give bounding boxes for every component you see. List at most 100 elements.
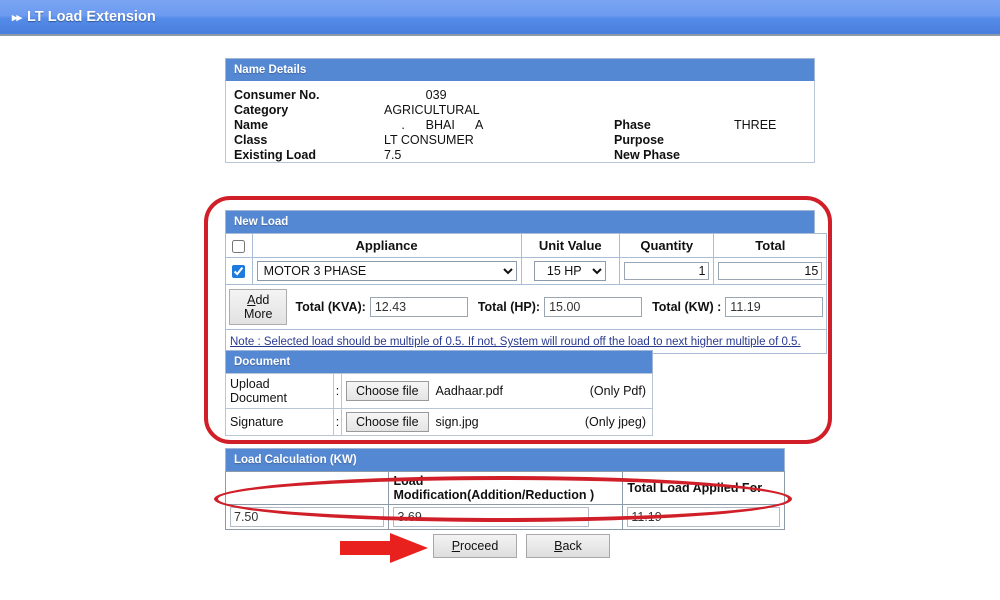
- empty-label-1: [614, 102, 734, 117]
- total-kw-input[interactable]: [725, 297, 824, 318]
- unit-value-header: Unit Value: [520, 232, 620, 259]
- double-chevron-right-icon: ▸▸: [12, 11, 22, 24]
- consumer-no-label: Consumer No.: [234, 87, 320, 102]
- total-cell: [713, 257, 828, 286]
- table-row: Class LT CONSUMER Purpose: [226, 132, 814, 147]
- name-details-table: Consumer No. 039 Category AGRICULTURAL N…: [226, 87, 814, 162]
- back-button[interactable]: Back: [526, 534, 610, 558]
- total-kw-label: Total (KW) :: [652, 300, 722, 315]
- load-calculation-body: Load Modification(Addition/Reduction ) T…: [224, 471, 785, 530]
- signature-label: Signature: [225, 408, 334, 436]
- upload-document-label: Upload Document: [225, 373, 334, 409]
- load-modification-input[interactable]: [393, 507, 590, 527]
- total-hp-label: Total (HP):: [477, 300, 541, 315]
- existing-load-column-header: [224, 471, 390, 505]
- existing-load-label: Existing Load: [234, 147, 316, 162]
- name-value: . BHAI A: [384, 117, 484, 132]
- existing-load-value: 7.5: [384, 147, 402, 162]
- table-row: Consumer No. 039: [226, 87, 814, 102]
- total-input[interactable]: [718, 262, 823, 281]
- total-load-applied-cell: [622, 504, 785, 530]
- total-load-applied-input[interactable]: [627, 507, 780, 527]
- choose-file-button-document[interactable]: Choose file: [346, 381, 429, 401]
- appliance-select[interactable]: MOTOR 3 PHASE: [256, 261, 517, 282]
- total-hp-input[interactable]: [544, 297, 643, 318]
- name-details-body: Consumer No. 039 Category AGRICULTURAL N…: [225, 81, 815, 163]
- table-row: Signature : Choose file sign.jpg (Only j…: [225, 408, 653, 436]
- table-row: Upload Document : Choose file Aadhaar.pd…: [225, 373, 653, 409]
- table-row: MOTOR 3 PHASE 15 HP: [225, 257, 828, 286]
- empty-value-1: [734, 102, 814, 117]
- total-kva-label: Total (KVA):: [295, 300, 366, 315]
- signature-cell: Choose file sign.jpg (Only jpeg): [341, 408, 653, 436]
- totals-cell: Add More Total (KVA): Total (HP): Total …: [224, 284, 828, 331]
- new-load-panel: New Load Appliance Unit Value Quantity T…: [224, 210, 828, 355]
- add-more-button[interactable]: Add More: [229, 289, 288, 326]
- name-label: Name: [234, 117, 269, 132]
- appliance-header: Appliance: [251, 232, 522, 259]
- app-page: ▸▸ LT Load Extension Name Details Consum…: [0, 0, 1000, 600]
- document-heading: Document: [225, 350, 653, 373]
- unit-value-select[interactable]: 15 HP: [534, 261, 607, 282]
- category-value: AGRICULTURAL: [384, 102, 480, 117]
- table-row: Existing Load 7.5 New Phase: [226, 147, 814, 162]
- total-kva-input[interactable]: [369, 297, 468, 318]
- upload-document-colon: :: [333, 373, 342, 409]
- class-value: LT CONSUMER: [384, 132, 474, 147]
- totals-row: Add More Total (KVA): Total (HP): Total …: [224, 284, 828, 331]
- existing-load-input[interactable]: [230, 507, 385, 527]
- annotation-arrow-icon: [338, 531, 430, 565]
- document-file-name: Aadhaar.pdf: [435, 384, 503, 398]
- total-load-applied-header: Total Load Applied For: [622, 471, 785, 505]
- table-row: [224, 504, 785, 530]
- new-load-table: Appliance Unit Value Quantity Total MOTO…: [224, 232, 828, 355]
- name-details-panel: Name Details Consumer No. 039 Category A…: [225, 58, 815, 163]
- table-row: Category AGRICULTURAL: [226, 102, 814, 117]
- purpose-label: Purpose: [614, 132, 665, 147]
- signature-file-name: sign.jpg: [435, 415, 479, 429]
- new-load-body: Appliance Unit Value Quantity Total MOTO…: [224, 232, 828, 355]
- select-all-header: [225, 232, 253, 259]
- proceed-rest: roceed: [460, 539, 499, 553]
- phase-value: THREE: [734, 117, 777, 132]
- proceed-button[interactable]: Proceed: [433, 534, 517, 558]
- app-title-bar: ▸▸ LT Load Extension: [0, 0, 1000, 36]
- table-header-row: Load Modification(Addition/Reduction ) T…: [224, 471, 785, 505]
- name-details-heading: Name Details: [225, 58, 815, 81]
- new-load-heading: New Load: [225, 210, 815, 233]
- quantity-cell: [618, 257, 715, 286]
- document-file-hint: (Only Pdf): [589, 384, 646, 398]
- table-header-row: Appliance Unit Value Quantity Total: [225, 232, 828, 259]
- load-calculation-heading: Load Calculation (KW): [225, 448, 785, 471]
- load-modification-header: Load Modification(Addition/Reduction ): [388, 471, 624, 505]
- consumer-no-value: 039: [384, 87, 447, 102]
- document-body: Upload Document : Choose file Aadhaar.pd…: [225, 373, 653, 436]
- table-row: Name . BHAI A Phase THREE: [226, 117, 814, 132]
- total-header: Total: [713, 232, 828, 259]
- back-rest: ack: [562, 539, 582, 553]
- select-all-checkbox[interactable]: [232, 240, 246, 254]
- existing-load-cell: [224, 504, 390, 530]
- empty-label-0: [614, 87, 734, 102]
- category-label: Category: [234, 102, 289, 117]
- upload-document-cell: Choose file Aadhaar.pdf (Only Pdf): [341, 373, 653, 409]
- load-modification-cell: [388, 504, 624, 530]
- choose-file-button-signature[interactable]: Choose file: [346, 412, 429, 432]
- purpose-value: [734, 132, 814, 147]
- load-calculation-panel: Load Calculation (KW) Load Modification(…: [224, 448, 785, 530]
- row-select-checkbox[interactable]: [232, 265, 246, 279]
- document-panel: Document Upload Document : Choose file A…: [225, 350, 653, 436]
- document-table: Upload Document : Choose file Aadhaar.pd…: [225, 373, 653, 436]
- unit-value-cell: 15 HP: [520, 257, 620, 286]
- empty-value-0: [734, 87, 814, 102]
- quantity-header: Quantity: [618, 232, 715, 259]
- new-phase-value: [734, 147, 814, 162]
- class-label: Class: [234, 132, 268, 147]
- row-select-cell: [225, 257, 253, 286]
- action-button-group: Proceed Back: [433, 534, 610, 558]
- phase-label: Phase: [614, 117, 651, 132]
- signature-file-hint: (Only jpeg): [584, 415, 646, 429]
- load-calculation-table: Load Modification(Addition/Reduction ) T…: [224, 471, 785, 530]
- quantity-input[interactable]: [624, 262, 710, 281]
- new-phase-label: New Phase: [614, 147, 681, 162]
